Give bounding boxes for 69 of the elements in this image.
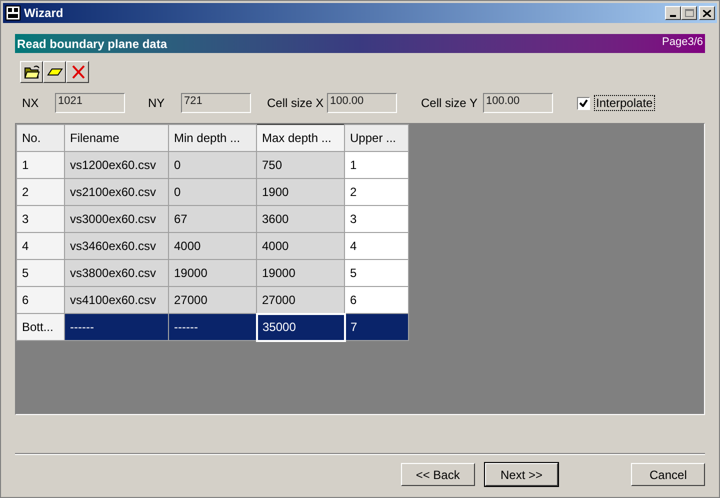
window-title: Wizard bbox=[24, 5, 64, 22]
interpolate-checkbox[interactable] bbox=[577, 96, 590, 110]
row-header[interactable]: 6 bbox=[16, 286, 64, 314]
table-cell[interactable]: 67 bbox=[168, 206, 256, 232]
field-label: NX bbox=[22, 95, 40, 112]
value-field[interactable]: 1021 bbox=[55, 93, 125, 113]
row-header[interactable]: 5 bbox=[16, 260, 64, 286]
close-button[interactable] bbox=[699, 6, 715, 20]
toolbar-button[interactable] bbox=[66, 61, 89, 83]
table-cell[interactable]: vs1200ex60.csv bbox=[64, 152, 168, 178]
column-header[interactable]: Upper ... bbox=[344, 124, 408, 152]
table-cell[interactable]: 1 bbox=[344, 152, 408, 178]
table-cell[interactable]: 7 bbox=[344, 314, 408, 340]
table-cell[interactable]: vs3460ex60.csv bbox=[64, 232, 168, 260]
open-folder-icon bbox=[24, 64, 40, 80]
table-cell[interactable]: 4000 bbox=[168, 232, 256, 260]
table-cell[interactable]: 0 bbox=[168, 178, 256, 206]
minimize-icon bbox=[670, 15, 676, 17]
table-cell[interactable]: 27000 bbox=[256, 286, 344, 314]
table-cell[interactable]: 1900 bbox=[256, 178, 344, 206]
close-icon bbox=[703, 10, 711, 16]
wizard-button[interactable]: << Back bbox=[401, 463, 475, 486]
checkbox-label: Interpolate bbox=[594, 95, 655, 111]
table-cell[interactable]: 5 bbox=[344, 260, 408, 286]
table-cell[interactable]: 19000 bbox=[168, 260, 256, 286]
table-cell[interactable]: 750 bbox=[256, 152, 344, 178]
row-header[interactable]: 1 bbox=[16, 152, 64, 178]
table-cell[interactable]: vs2100ex60.csv bbox=[64, 178, 168, 206]
row-header[interactable]: 3 bbox=[16, 206, 64, 232]
table-cell[interactable]: vs4100ex60.csv bbox=[64, 286, 168, 314]
column-header[interactable]: Max depth ... bbox=[256, 124, 344, 152]
app-icon bbox=[5, 5, 21, 21]
toolbar-button[interactable] bbox=[43, 61, 66, 83]
maximize-button[interactable] bbox=[681, 6, 697, 20]
field-label: NY bbox=[148, 95, 166, 112]
table-cell[interactable]: 19000 bbox=[256, 260, 344, 286]
checkmark-icon bbox=[579, 99, 588, 107]
table-cell[interactable]: 0 bbox=[168, 152, 256, 178]
table-cell[interactable]: 35000 bbox=[256, 314, 344, 340]
minimize-button[interactable] bbox=[665, 6, 681, 20]
maximize-icon bbox=[684, 9, 694, 17]
table-cell[interactable]: 4000 bbox=[256, 232, 344, 260]
table-cell[interactable]: 6 bbox=[344, 286, 408, 314]
table-cell[interactable]: ------ bbox=[168, 314, 256, 340]
toolbar-button[interactable] bbox=[20, 61, 43, 83]
row-header[interactable]: 4 bbox=[16, 232, 64, 260]
table-cell[interactable]: 3600 bbox=[256, 206, 344, 232]
value-field[interactable]: 100.00 bbox=[327, 93, 397, 113]
value-field[interactable]: 721 bbox=[181, 93, 251, 113]
column-header[interactable]: Filename bbox=[64, 124, 168, 152]
table-cell[interactable]: vs3000ex60.csv bbox=[64, 206, 168, 232]
delete-icon bbox=[70, 64, 86, 80]
table-cell[interactable]: vs3800ex60.csv bbox=[64, 260, 168, 286]
page-indicator: Page3/6 bbox=[662, 35, 703, 50]
page-heading: Read boundary plane data bbox=[17, 36, 168, 52]
column-header[interactable]: No. bbox=[16, 124, 64, 152]
row-header[interactable]: 2 bbox=[16, 178, 64, 206]
table-cell[interactable]: 3 bbox=[344, 206, 408, 232]
field-label: Cell size X bbox=[267, 95, 325, 112]
table-cell[interactable]: ------ bbox=[64, 314, 168, 340]
wizard-button[interactable]: Next >> bbox=[484, 463, 558, 486]
field-label: Cell size Y bbox=[421, 95, 478, 112]
value-field[interactable]: 100.00 bbox=[483, 93, 553, 113]
table-cell[interactable]: 27000 bbox=[168, 286, 256, 314]
table-cell[interactable]: 4 bbox=[344, 232, 408, 260]
table-cell[interactable]: 2 bbox=[344, 178, 408, 206]
row-header[interactable]: Bott... bbox=[16, 314, 64, 340]
wizard-button[interactable]: Cancel bbox=[631, 463, 706, 486]
column-header[interactable]: Min depth ... bbox=[168, 124, 256, 152]
